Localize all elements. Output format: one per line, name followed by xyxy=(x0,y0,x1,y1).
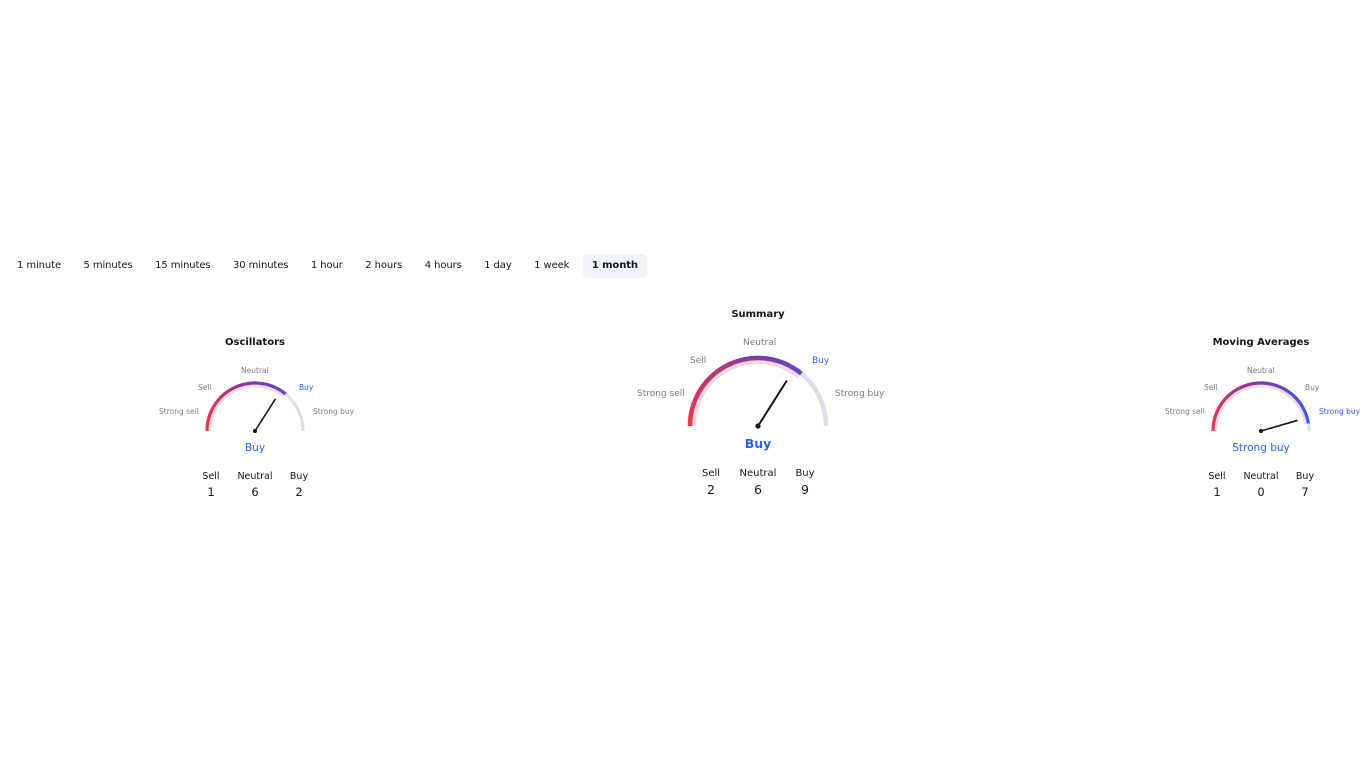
gauge-fill-segment xyxy=(1299,402,1304,407)
gauge-fill-segment xyxy=(1212,416,1217,420)
sell-count-value: 1 xyxy=(1213,485,1221,499)
gauge-fill-segment xyxy=(1268,382,1273,386)
gauge-fill-segment xyxy=(1240,384,1245,389)
gauge-fill-segment xyxy=(1229,390,1235,395)
buy-count-value: 7 xyxy=(1301,485,1309,499)
gauge-fill-segment xyxy=(1214,411,1219,416)
gauge-fill-segment xyxy=(1285,389,1290,394)
moving-averages-counts: Sell 1 Neutral 0 Buy 7 xyxy=(1195,471,1327,499)
gauge-fill-segment xyxy=(1216,407,1221,411)
gauge-fill-segment xyxy=(1275,383,1280,388)
gauge-fill-segment xyxy=(1301,406,1306,411)
gauge-fill-segment xyxy=(1238,385,1243,390)
sell-count: Sell 1 xyxy=(1195,471,1239,499)
gauge-fill-segment xyxy=(1294,397,1300,402)
gauge-fill-segment xyxy=(1228,392,1233,397)
gauge-fill-segment xyxy=(1273,383,1277,388)
gauge-fill-segment xyxy=(1236,386,1240,391)
gauge-needle-pivot xyxy=(1258,428,1264,434)
gauge-fill-segment xyxy=(1302,409,1307,413)
moving-averages-verdict: Strong buy xyxy=(1232,442,1290,454)
neutral-count-value: 0 xyxy=(1257,485,1265,499)
gauge-fill-segment xyxy=(1296,398,1301,403)
buy-count-label: Buy xyxy=(1295,471,1315,482)
gauge-fill-segment xyxy=(1218,402,1223,407)
gauge-fill-segment xyxy=(1249,382,1254,386)
gauge-fill-segment xyxy=(1279,385,1284,390)
gauge-fill-segment xyxy=(1215,409,1220,414)
gauge-needle xyxy=(1260,419,1298,432)
gauge-fill-segment xyxy=(1289,392,1294,397)
gauge-fill-segment xyxy=(1224,395,1229,400)
gauge-fill-segment xyxy=(1217,404,1222,409)
buy-count: Buy 7 xyxy=(1283,471,1327,499)
sell-count-label: Sell xyxy=(1208,471,1226,482)
gauge-fill-segment xyxy=(1297,400,1302,405)
gauge-fill-segment xyxy=(1281,386,1286,391)
gauge-fill-segment xyxy=(1303,411,1308,416)
gauge-fill-segment xyxy=(1231,389,1236,394)
gauge-fill-segment xyxy=(1283,387,1288,393)
gauge-fill-segment xyxy=(1221,398,1226,404)
gauge-fill-segment xyxy=(1219,400,1225,405)
gauge-fill-segment xyxy=(1247,382,1251,387)
gauge-fill-segment xyxy=(1304,413,1309,418)
gauge-fill-segment xyxy=(1242,383,1247,388)
gauge-fill-segment xyxy=(1212,418,1217,422)
gauge-fill-segment xyxy=(1291,393,1296,398)
neutral-count-label: Neutral xyxy=(1243,471,1279,482)
gauge-fill-segment xyxy=(1226,393,1231,398)
gauge-fill-segment xyxy=(1245,383,1249,388)
gauge-fill-segment xyxy=(1305,418,1310,422)
gauge-fill-segment xyxy=(1271,382,1275,387)
neutral-count: Neutral 0 xyxy=(1239,471,1283,499)
gauge-track xyxy=(1211,381,1311,432)
gauge-fill-segment xyxy=(1277,384,1282,389)
gauge-fill-segment xyxy=(1287,390,1292,395)
gauge-fill-segment xyxy=(1305,416,1310,420)
gauge-fill-segment xyxy=(1293,395,1298,400)
gauge-fill-segment xyxy=(1300,404,1305,409)
gauge-fill-segment xyxy=(1213,413,1218,418)
gauge-fill-segment xyxy=(1222,397,1228,402)
gauge-fill-segment xyxy=(1233,387,1238,393)
moving-averages-gauge-arc xyxy=(1211,381,1311,434)
